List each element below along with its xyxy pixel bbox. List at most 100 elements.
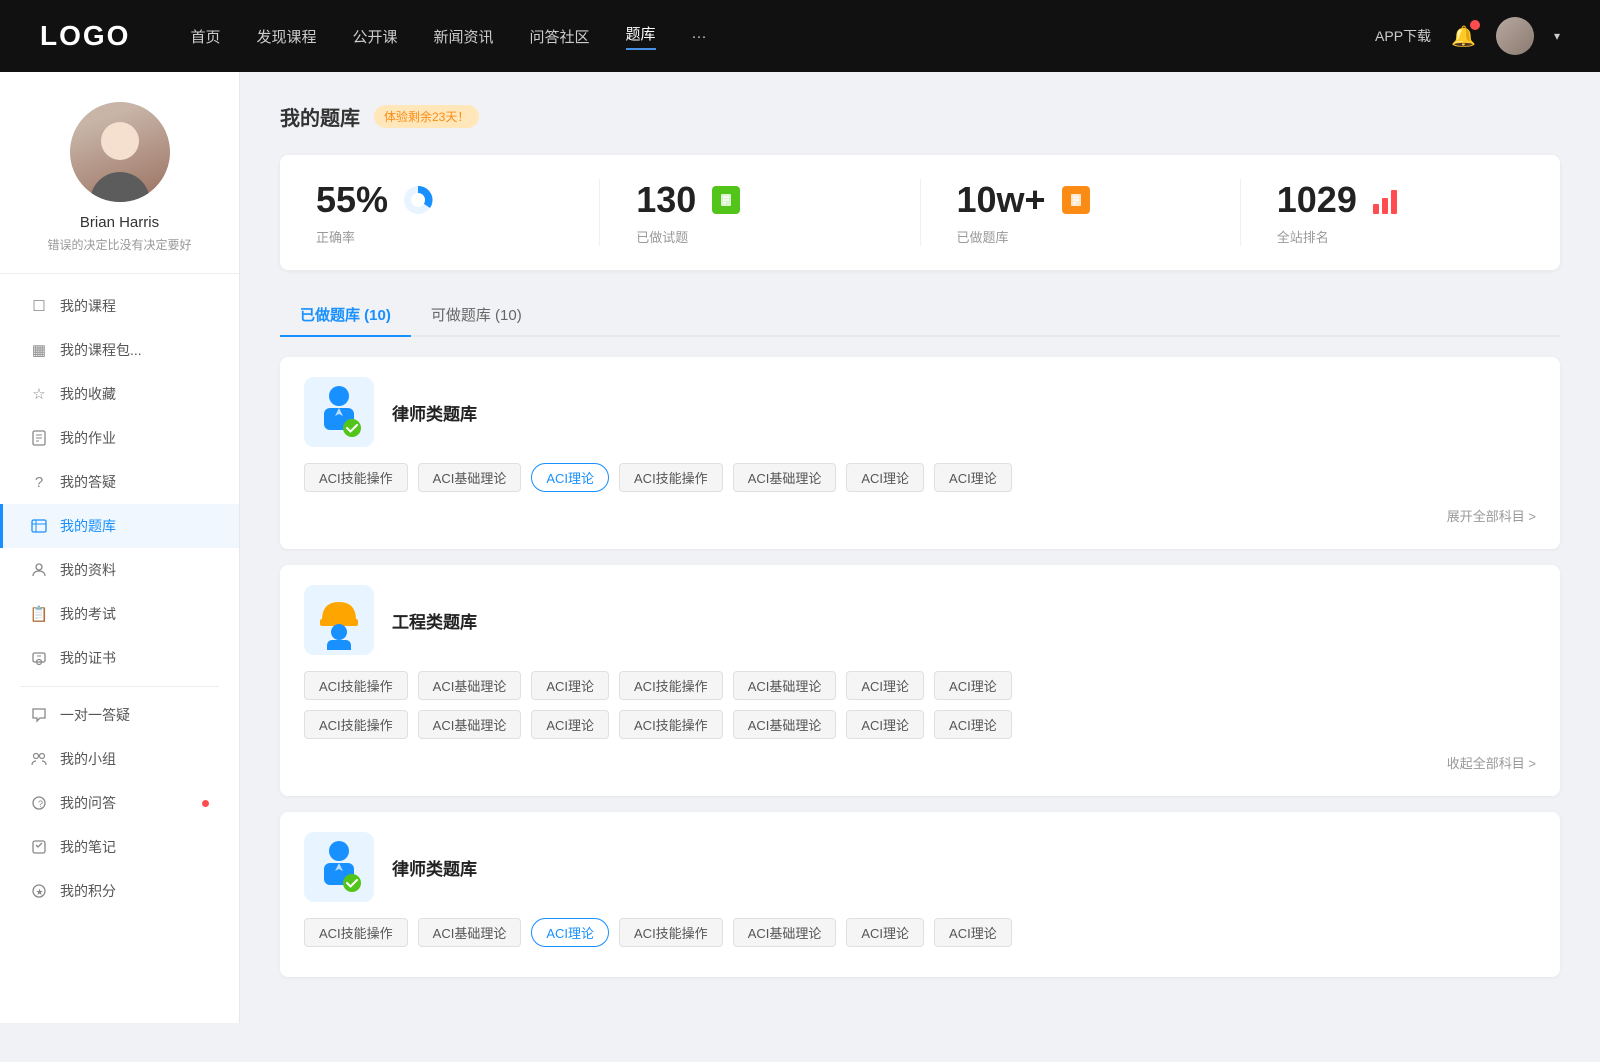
sidebar-item-my-answers[interactable]: ? 我的问答	[0, 781, 239, 825]
tag-item[interactable]: ACI理论	[934, 671, 1012, 700]
question-circle-icon: ?	[30, 473, 48, 491]
qbank-header: 律师类题库	[304, 832, 1536, 902]
points-icon: ★	[30, 882, 48, 900]
qbank-icon-lawyer-2	[304, 832, 374, 902]
tag-item[interactable]: ACI基础理论	[418, 710, 522, 739]
tag-item[interactable]: ACI理论	[846, 671, 924, 700]
tag-item[interactable]: ACI基础理论	[733, 463, 837, 492]
nav-news[interactable]: 新闻资讯	[434, 26, 494, 47]
tag-item[interactable]: ACI理论	[846, 710, 924, 739]
sidebar-item-my-qa[interactable]: ? 我的答疑	[0, 460, 239, 504]
expand-link-2[interactable]: 收起全部科目 >	[304, 749, 1536, 776]
qbank-card-lawyer-2: 律师类题库 ACI技能操作 ACI基础理论 ACI理论 ACI技能操作 ACI基…	[280, 812, 1560, 977]
sidebar-item-my-profile[interactable]: 我的资料	[0, 548, 239, 592]
nav-menu: 首页 发现课程 公开课 新闻资讯 问答社区 题库 ···	[190, 23, 1375, 50]
nav-qa[interactable]: 问答社区	[530, 26, 590, 47]
sidebar-divider	[20, 686, 219, 687]
sidebar-item-my-courses[interactable]: ☐ 我的课程	[0, 284, 239, 328]
sidebar-item-label: 我的作业	[60, 428, 209, 448]
svg-text:★: ★	[36, 887, 44, 897]
tabs-row: 已做题库 (10) 可做题库 (10)	[280, 294, 1560, 337]
tag-item-active[interactable]: ACI理论	[531, 463, 609, 492]
sidebar-menu: ☐ 我的课程 ▦ 我的课程包... ☆ 我的收藏 我的作业 ? 我的答疑	[0, 284, 239, 913]
tag-item-active[interactable]: ACI理论	[531, 918, 609, 947]
stat-top: 55%	[316, 179, 436, 221]
answers-icon: ?	[30, 794, 48, 812]
tag-item[interactable]: ACI技能操作	[304, 671, 408, 700]
user-icon	[30, 561, 48, 579]
tag-item[interactable]: ACI理论	[846, 463, 924, 492]
tag-item[interactable]: ACI技能操作	[619, 463, 723, 492]
avatar-image	[1496, 17, 1534, 55]
logo[interactable]: LOGO	[40, 20, 130, 52]
sidebar-item-label: 我的课程包...	[60, 340, 209, 360]
bar-chart-box	[1373, 186, 1401, 214]
tag-item[interactable]: ACI理论	[934, 710, 1012, 739]
avatar[interactable]	[1496, 17, 1534, 55]
app-download-button[interactable]: APP下载	[1375, 26, 1431, 46]
notes-icon	[30, 838, 48, 856]
stat-top: 130	[636, 179, 744, 221]
tag-item[interactable]: ACI基础理论	[733, 918, 837, 947]
stat-label: 已做试题	[636, 227, 688, 246]
stat-site-rank: 1029 全站排名	[1241, 179, 1560, 246]
tag-item[interactable]: ACI基础理论	[733, 671, 837, 700]
tag-item[interactable]: ACI技能操作	[304, 710, 408, 739]
stat-label: 正确率	[316, 227, 355, 246]
sidebar-item-my-favorites[interactable]: ☆ 我的收藏	[0, 372, 239, 416]
expand-link-1[interactable]: 展开全部科目 >	[304, 502, 1536, 529]
sidebar-item-my-packages[interactable]: ▦ 我的课程包...	[0, 328, 239, 372]
page-title: 我的题库	[280, 102, 360, 131]
tag-item[interactable]: ACI技能操作	[304, 918, 408, 947]
tag-item[interactable]: ACI理论	[531, 710, 609, 739]
qbank-card-lawyer-1: 律师类题库 ACI技能操作 ACI基础理论 ACI理论 ACI技能操作 ACI基…	[280, 357, 1560, 549]
tag-item[interactable]: ACI技能操作	[304, 463, 408, 492]
notification-bell[interactable]: 🔔	[1451, 24, 1476, 49]
tags-row-1: ACI技能操作 ACI基础理论 ACI理论 ACI技能操作 ACI基础理论 AC…	[304, 463, 1536, 492]
tag-item[interactable]: ACI基础理论	[418, 918, 522, 947]
nav-discover[interactable]: 发现课程	[256, 26, 316, 47]
sidebar-item-label: 一对一答疑	[60, 705, 209, 725]
trial-badge: 体验剩余23天！	[374, 105, 479, 128]
navbar-right: APP下载 🔔 ▾	[1375, 17, 1560, 55]
tag-item[interactable]: ACI基础理论	[418, 463, 522, 492]
nav-qbank[interactable]: 题库	[626, 23, 656, 50]
tag-item[interactable]: ACI技能操作	[619, 918, 723, 947]
sidebar-item-my-exam[interactable]: 📋 我的考试	[0, 592, 239, 636]
qbank-icon	[30, 517, 48, 535]
sidebar-item-my-cert[interactable]: 我的证书	[0, 636, 239, 680]
profile-avatar	[70, 102, 170, 202]
sidebar-item-my-notes[interactable]: 我的笔记	[0, 825, 239, 869]
stat-value: 55%	[316, 179, 388, 221]
sidebar-item-my-homework[interactable]: 我的作业	[0, 416, 239, 460]
sidebar-profile: Brian Harris 错误的决定比没有决定要好	[0, 102, 239, 274]
nav-open-course[interactable]: 公开课	[352, 26, 397, 47]
qbank-header: 律师类题库	[304, 377, 1536, 447]
tag-item[interactable]: ACI技能操作	[619, 671, 723, 700]
profile-name: Brian Harris	[80, 214, 159, 231]
tag-item[interactable]: ACI基础理论	[418, 671, 522, 700]
tag-item[interactable]: ACI技能操作	[619, 710, 723, 739]
nav-home[interactable]: 首页	[190, 26, 220, 47]
stat-top: 10w+	[957, 179, 1094, 221]
stats-row: 55% 正确率 130	[280, 155, 1560, 270]
tab-available-banks[interactable]: 可做题库 (10)	[411, 294, 542, 335]
sidebar-item-my-qbank[interactable]: 我的题库	[0, 504, 239, 548]
tag-item[interactable]: ACI理论	[531, 671, 609, 700]
svg-text:?: ?	[38, 799, 43, 809]
sidebar-item-my-group[interactable]: 我的小组	[0, 737, 239, 781]
sidebar-item-my-points[interactable]: ★ 我的积分	[0, 869, 239, 913]
tag-item[interactable]: ACI理论	[846, 918, 924, 947]
bar-icon: ▦	[30, 341, 48, 359]
chevron-down-icon[interactable]: ▾	[1554, 29, 1560, 43]
stat-top: 1029	[1277, 179, 1405, 221]
tab-done-banks[interactable]: 已做题库 (10)	[280, 294, 411, 335]
stat-label: 全站排名	[1277, 227, 1329, 246]
tag-item[interactable]: ACI理论	[934, 463, 1012, 492]
tag-item[interactable]: ACI基础理论	[733, 710, 837, 739]
sidebar-item-one-on-one[interactable]: 一对一答疑	[0, 693, 239, 737]
sidebar-item-label: 我的答疑	[60, 472, 209, 492]
tag-item[interactable]: ACI理论	[934, 918, 1012, 947]
nav-more[interactable]: ···	[692, 28, 707, 45]
navbar: LOGO 首页 发现课程 公开课 新闻资讯 问答社区 题库 ··· APP下载 …	[0, 0, 1600, 72]
